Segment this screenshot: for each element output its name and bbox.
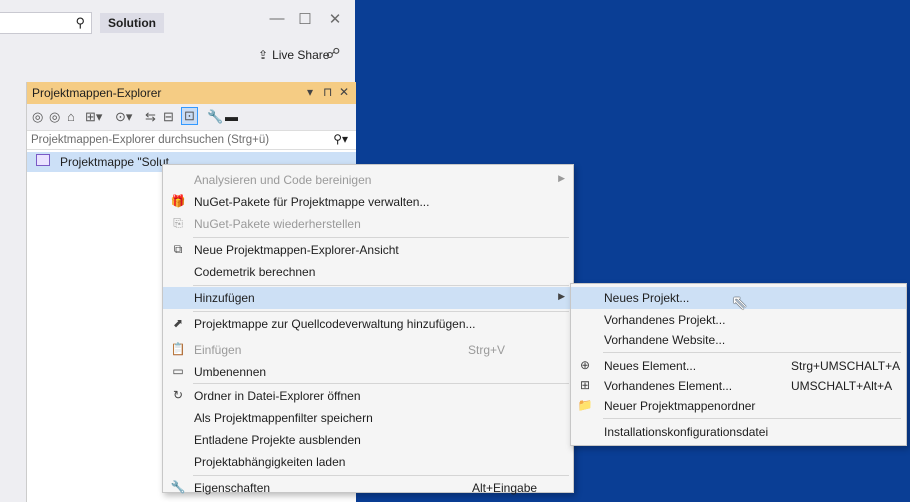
menu-item-label: Entladene Projekte ausblenden [194,433,361,447]
title-bar: ⚲ Solution — ☐ ✕ [0,0,355,40]
menu-separator [603,352,901,353]
panel-title: Projektmappen-Explorer [32,86,162,100]
submenu-item-label: Vorhandene Website... [604,333,726,347]
show-all-files-icon[interactable]: ⊡ [181,107,198,125]
menu-item-label: Eigenschaften [194,481,271,495]
menu-separator [193,311,569,312]
panel-title-bar: Projektmappen-Explorer ▾ ⊓ ✕ [27,82,356,104]
search-placeholder: Projektmappen-Explorer durchsuchen (Strg… [31,134,270,146]
menu-separator [193,383,569,384]
collapse-all-icon[interactable]: ⊟ [163,109,174,125]
new-item-icon: ⊕ [579,358,591,372]
source-control-icon: ⬈ [172,316,184,330]
wrench-icon[interactable]: 🔧 [207,109,223,125]
submenu-arrow-icon: ▶ [558,291,565,301]
menu-item-0[interactable]: Analysieren und Code bereinigen ▶ [163,169,573,191]
home-icon[interactable]: ⌂ [67,109,75,124]
submenu-item-label: Vorhandenes Element... [604,379,733,393]
feedback-icon[interactable]: ☍ [326,45,340,62]
menu-item-13[interactable]: 🔧 Eigenschaften Alt+Eingabe [163,477,573,499]
menu-item-label: Umbenennen [194,365,267,379]
solution-folder-icon: 📁 [577,398,593,412]
close-icon[interactable]: ✕ [339,85,349,99]
menu-item-label: Neue Projektmappen-Explorer-Ansicht [194,243,399,257]
menu-item-5[interactable]: Hinzufügen ▶ [163,287,573,309]
submenu-item-2[interactable]: Vorhandene Website... [571,329,906,351]
menu-item-7[interactable]: 📋 Einfügen Strg+V [163,339,573,361]
menu-item-label: Ordner in Datei-Explorer öffnen [194,389,361,403]
explorer-search-input[interactable]: Projektmappen-Explorer durchsuchen (Strg… [27,130,356,150]
solution-icon [36,154,50,166]
menu-item-4[interactable]: Codemetrik berechnen [163,261,573,283]
rename-icon: ▭ [172,364,184,378]
existing-item-icon: ⊞ [579,378,591,392]
menu-item-6[interactable]: ⬈ Projektmappe zur Quellcodeverwaltung hi… [163,313,573,335]
submenu-item-label: Neues Element... [604,359,697,373]
menu-item-label: Projektmappe zur Quellcodeverwaltung hin… [194,317,476,331]
mouse-cursor: ⇖ [731,292,748,314]
new-view-icon: ⧉ [173,242,183,256]
menu-item-label: Analysieren und Code bereinigen [194,173,372,187]
menu-item-3[interactable]: ⧉ Neue Projektmappen-Explorer-Ansicht [163,239,573,261]
submenu-item-shortcut: Strg+UMSCHALT+A [791,359,901,373]
history-icon[interactable]: ⊙▾ [115,109,132,125]
share-icon: ⇪ [258,48,269,62]
menu-item-shortcut: Strg+V [468,343,506,357]
package-restore-icon: ⎘ [173,216,183,230]
search-box[interactable]: ⚲ [0,12,92,34]
menu-separator [193,237,569,238]
dropdown-icon[interactable]: ▾ [307,85,313,99]
menu-separator [603,418,901,419]
forward-icon[interactable]: ◎ [49,109,60,125]
switch-views-icon[interactable]: ⊞▾ [85,109,102,125]
submenu-item-label: Neues Projekt... [604,291,690,305]
menu-item-2[interactable]: ⎘ NuGet-Pakete wiederherstellen [163,213,573,235]
menu-item-10[interactable]: Als Projektmappenfilter speichern [163,407,573,429]
submenu-item-5[interactable]: 📁 Neuer Projektmappenordner [571,395,906,417]
menu-item-8[interactable]: ▭ Umbenennen [163,361,573,383]
menu-item-label: Als Projektmappenfilter speichern [194,411,373,425]
submenu-item-4[interactable]: ⊞ Vorhandenes Element... UMSCHALT+Alt+A [571,375,906,397]
submenu-item-3[interactable]: ⊕ Neues Element... Strg+UMSCHALT+A [571,355,906,377]
pin-icon[interactable]: ⊓ [323,85,332,99]
back-icon[interactable]: ◎ [32,109,43,125]
close-button[interactable]: ✕ [320,10,350,28]
submenu-item-label: Installationskonfigurationsdatei [604,425,769,439]
submenu-item-label: Neuer Projektmappenordner [604,399,756,413]
menu-item-label: NuGet-Pakete wiederherstellen [194,217,361,231]
live-share-button[interactable]: ⇪ Live Share [258,48,329,62]
wrench-icon: 🔧 [170,480,186,494]
menu-item-1[interactable]: 🎁 NuGet-Pakete für Projektmappe verwalten… [163,191,573,213]
preview-icon[interactable]: ▬ [225,109,238,124]
menu-item-12[interactable]: Projektabhängigkeiten laden [163,451,573,473]
maximize-button[interactable]: ☐ [290,10,320,28]
submenu-item-label: Vorhandenes Projekt... [604,313,726,327]
menu-separator [193,285,569,286]
menu-item-label: Codemetrik berechnen [194,265,316,279]
live-share-label: Live Share [272,48,330,62]
submenu-item-shortcut: UMSCHALT+Alt+A [791,379,893,393]
submenu-arrow-icon: ▶ [558,173,565,183]
paste-icon: 📋 [170,342,186,356]
menu-item-label: NuGet-Pakete für Projektmappe verwalten.… [194,195,430,209]
menu-item-shortcut: Alt+Eingabe [472,481,538,495]
explorer-toolbar: ◎ ◎ ⌂ ⊞▾ ⊙▾ ⇆ ⊟ ⊡ 🔧 ▬ [27,104,356,130]
sync-icon[interactable]: ⇆ [145,109,156,125]
tree-item-label: Projektmappe "Solut [60,155,169,169]
menu-separator [193,475,569,476]
search-icon: ⚲▾ [333,132,348,146]
open-folder-icon: ↻ [172,388,184,402]
gift-icon: 🎁 [170,194,186,208]
solution-name-badge: Solution [100,13,164,33]
submenu-item-6[interactable]: Installationskonfigurationsdatei [571,421,906,443]
menu-item-label: Einfügen [194,343,242,357]
menu-item-label: Projektabhängigkeiten laden [194,455,346,469]
menu-item-9[interactable]: ↻ Ordner in Datei-Explorer öffnen [163,385,573,407]
menu-item-label: Hinzufügen [194,291,255,305]
search-icon: ⚲ [75,15,85,30]
menu-item-11[interactable]: Entladene Projekte ausblenden [163,429,573,451]
minimize-button[interactable]: — [262,10,292,27]
context-menu: Analysieren und Code bereinigen ▶ 🎁 NuGet-P… [162,164,574,495]
